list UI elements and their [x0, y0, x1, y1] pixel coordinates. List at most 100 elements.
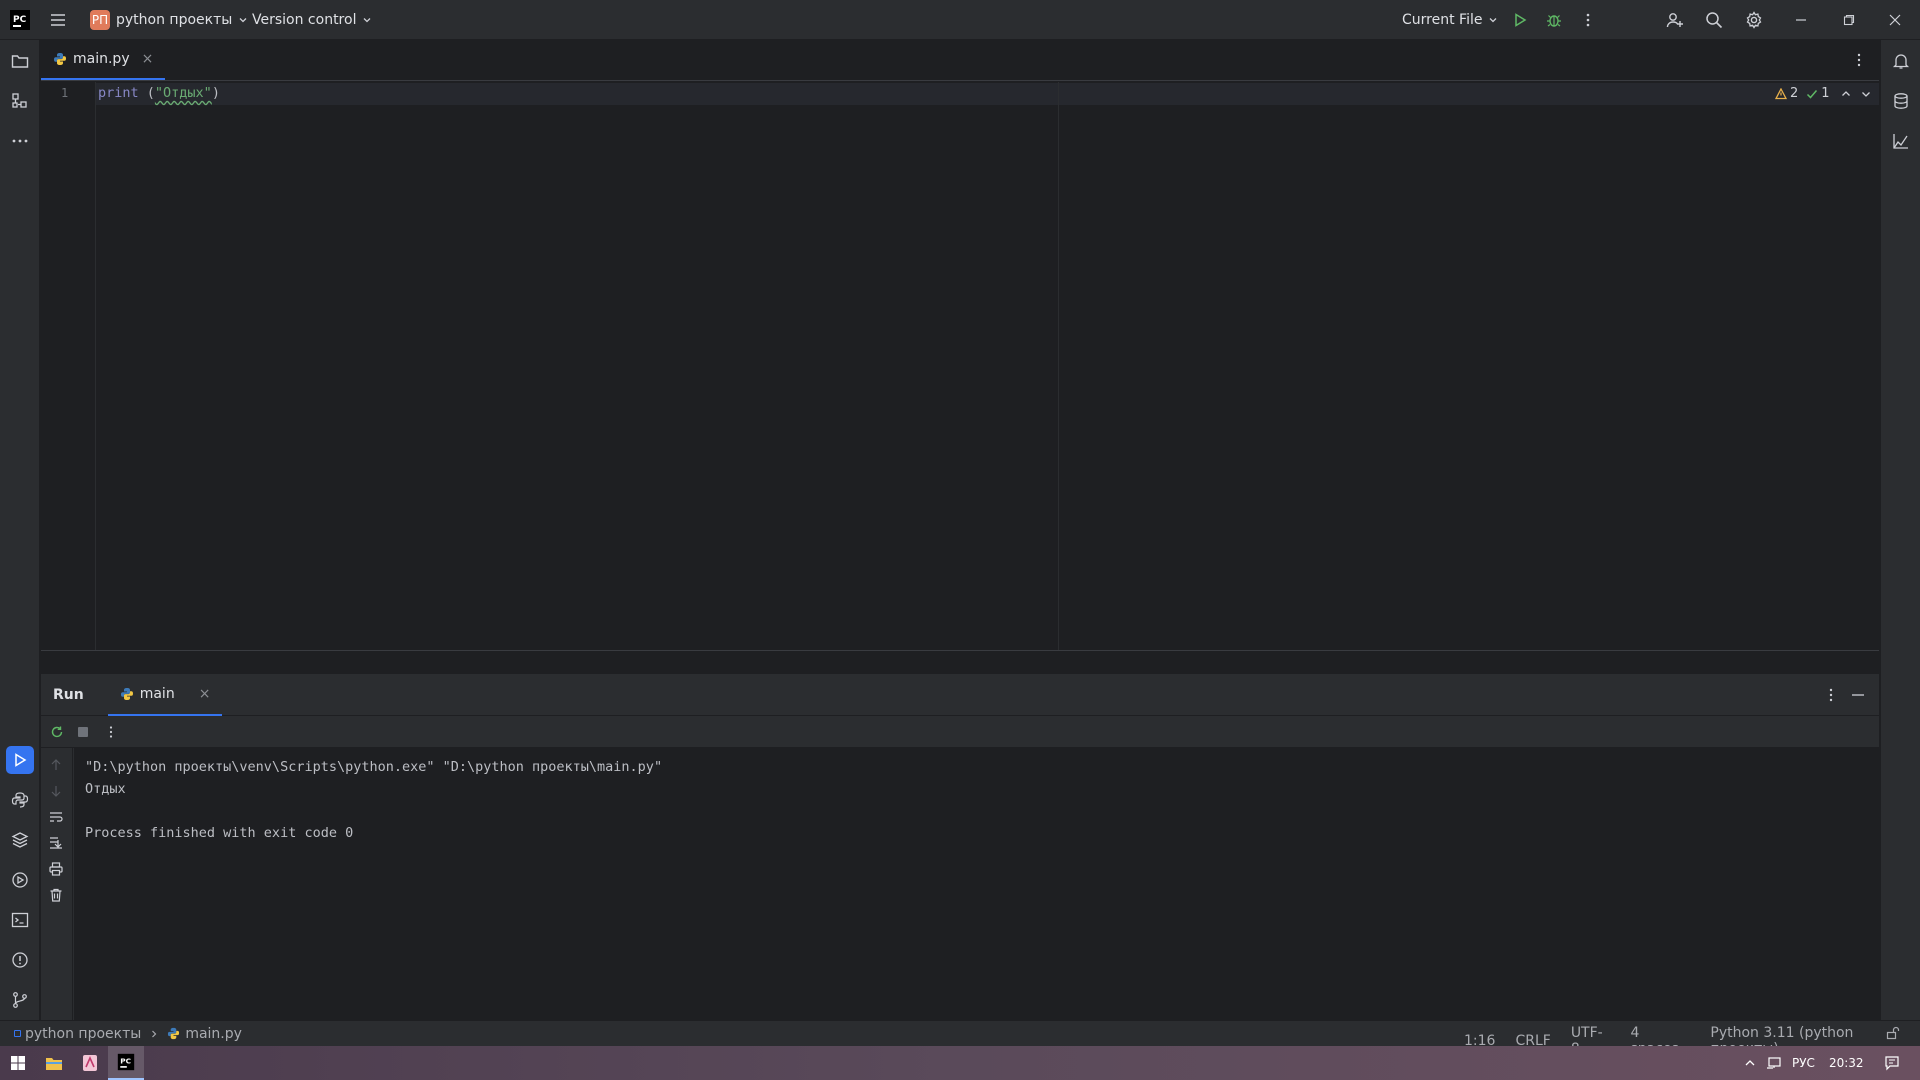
pycharm-logo-icon[interactable]: PC	[8, 8, 32, 32]
soft-wrap-button[interactable]	[49, 810, 63, 824]
close-icon	[1889, 14, 1901, 26]
add-user-icon	[1666, 13, 1683, 28]
python-icon	[11, 792, 29, 808]
more-vertical-icon	[1857, 53, 1861, 67]
search-icon	[1706, 12, 1723, 29]
current-line-highlight	[96, 83, 1879, 105]
git-button[interactable]	[6, 986, 34, 1014]
network-icon[interactable]	[1766, 1056, 1782, 1070]
services-button[interactable]	[6, 866, 34, 894]
run-tool-button[interactable]	[6, 746, 34, 774]
chevron-up-icon[interactable]	[1744, 1057, 1756, 1069]
code-editor[interactable]: 1 print ("Отдых") 2 1	[41, 82, 1879, 650]
project-badge: PП	[90, 10, 110, 30]
scroll-to-end-icon	[50, 837, 62, 849]
readonly-toggle[interactable]	[1886, 1026, 1900, 1040]
more-actions-button[interactable]	[1574, 6, 1602, 34]
minimize-button[interactable]	[1778, 0, 1824, 40]
services-icon	[12, 872, 28, 888]
chevron-down-icon	[1490, 18, 1497, 23]
input-language[interactable]: РУС	[1792, 1056, 1815, 1070]
hide-panel-button[interactable]	[1844, 681, 1872, 709]
notifications-button[interactable]	[1887, 47, 1915, 75]
run-options-button[interactable]	[1817, 681, 1845, 709]
run-toolbar-more-button[interactable]	[97, 718, 125, 746]
panel-splitter[interactable]	[41, 650, 1879, 674]
search-everywhere-button[interactable]	[1700, 6, 1728, 34]
chevron-down-icon[interactable]	[1860, 88, 1872, 100]
line-number: 1	[61, 86, 69, 100]
more-tools-button[interactable]	[6, 127, 34, 155]
code-close-paren: )	[211, 85, 220, 101]
inspection-widget[interactable]: 2 1	[1775, 86, 1872, 101]
debug-button[interactable]	[1540, 6, 1568, 34]
run-button[interactable]	[1506, 6, 1534, 34]
breadcrumb-file[interactable]: main.py	[185, 1026, 242, 1042]
clock[interactable]: 20:32	[1829, 1056, 1864, 1070]
more-horizontal-icon	[12, 139, 28, 143]
project-tool-button[interactable]	[6, 47, 34, 75]
structure-tool-button[interactable]	[6, 87, 34, 115]
scroll-up-button[interactable]	[49, 758, 63, 772]
sciview-button[interactable]	[1887, 127, 1915, 155]
python-file-icon	[168, 1027, 180, 1040]
play-icon	[1515, 13, 1527, 27]
run-tool-window: Run main × "D:\python проекты\venv\Scrip…	[41, 674, 1879, 1020]
terminal-icon	[11, 912, 29, 928]
taskbar-app[interactable]	[72, 1046, 108, 1080]
svg-text:PC: PC	[120, 1057, 131, 1066]
layers-icon	[11, 832, 29, 848]
problems-button[interactable]	[6, 946, 34, 974]
code-open-paren: (	[138, 85, 155, 101]
windows-icon	[11, 1056, 25, 1070]
ok-count: 1	[1821, 86, 1830, 101]
terminal-button[interactable]	[6, 906, 34, 934]
unlock-icon	[1886, 1026, 1900, 1040]
printer-icon	[49, 862, 63, 876]
taskbar-explorer[interactable]	[36, 1046, 72, 1080]
code-with-me-button[interactable]	[1661, 6, 1689, 34]
restore-button[interactable]	[1826, 0, 1872, 40]
project-name: python проекты	[116, 12, 233, 28]
chart-icon	[1893, 134, 1908, 149]
close-window-button[interactable]	[1872, 0, 1918, 40]
notification-center-icon[interactable]	[1884, 1055, 1900, 1071]
trash-icon	[50, 888, 62, 902]
project-selector[interactable]: PП python проекты	[82, 6, 256, 34]
minimize-icon	[1796, 19, 1806, 21]
chevron-up-icon[interactable]	[1840, 88, 1852, 100]
console-output[interactable]: "D:\python проекты\venv\Scripts\python.e…	[74, 748, 1879, 1020]
check-icon	[1807, 89, 1818, 99]
run-tab-close-icon[interactable]: ×	[199, 686, 211, 702]
rerun-button[interactable]	[43, 718, 71, 746]
stop-button[interactable]	[69, 718, 97, 746]
scroll-down-button[interactable]	[49, 784, 63, 798]
tab-main-py[interactable]: main.py ×	[41, 40, 166, 80]
run-tab-main[interactable]: main ×	[107, 674, 223, 716]
more-vertical-icon	[1829, 688, 1833, 702]
version-control-menu[interactable]: Version control	[244, 6, 380, 34]
title-bar: PC PП python проекты Version control Cur…	[0, 0, 1920, 40]
settings-button[interactable]	[1740, 6, 1768, 34]
run-header: Run main ×	[41, 674, 1879, 716]
python-packages-button[interactable]	[6, 826, 34, 854]
taskbar-pycharm[interactable]: PC	[108, 1046, 144, 1080]
start-button[interactable]	[0, 1046, 36, 1080]
scroll-to-end-button[interactable]	[49, 836, 63, 850]
database-button[interactable]	[1887, 87, 1915, 115]
editor-tabs-more-button[interactable]	[1845, 46, 1873, 74]
tab-close-icon[interactable]: ×	[142, 51, 154, 67]
bug-icon	[1547, 15, 1561, 27]
clear-console-button[interactable]	[49, 888, 63, 902]
run-toolbar	[41, 716, 1879, 748]
chevron-right-icon	[152, 1030, 157, 1037]
soft-wrap-icon	[50, 812, 63, 822]
run-config-selector[interactable]: Current File	[1394, 6, 1506, 34]
print-button[interactable]	[49, 862, 63, 876]
console-line: Отдых	[85, 781, 126, 797]
main-menu-icon[interactable]	[44, 6, 72, 34]
code-line[interactable]: print ("Отдых")	[98, 85, 220, 101]
breadcrumb-project[interactable]: python проекты	[25, 1026, 141, 1042]
python-console-button[interactable]	[6, 786, 34, 814]
